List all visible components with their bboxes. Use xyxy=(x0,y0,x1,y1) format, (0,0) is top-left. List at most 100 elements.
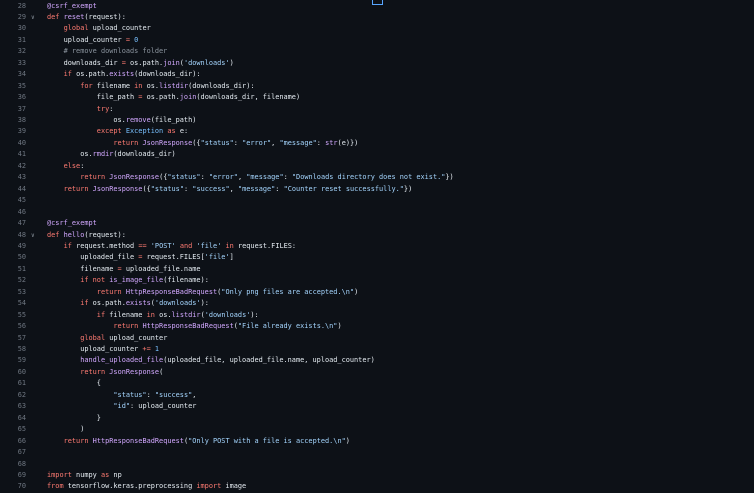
code-token: np xyxy=(109,470,122,479)
code-token: os.path. xyxy=(88,299,126,308)
code-line[interactable]: 68 xyxy=(0,459,754,470)
code-line[interactable]: 41 os.rmdir(downloads_dir) xyxy=(0,149,754,160)
code-line[interactable]: 34 if os.path.exists(downloads_dir): xyxy=(0,69,754,80)
code-line[interactable]: 37 try: xyxy=(0,104,754,115)
code-line[interactable]: 43 return JsonResponse({"status": "error… xyxy=(0,172,754,183)
line-number: 60 xyxy=(17,367,26,376)
code-line[interactable]: 31 upload_counter = 0 xyxy=(0,35,754,46)
line-number: 50 xyxy=(17,253,26,262)
code-text: global upload_counter xyxy=(47,333,167,344)
code-line[interactable]: 38 os.remove(file_path) xyxy=(0,115,754,126)
code-token: except xyxy=(96,127,122,136)
code-line[interactable]: 40 return JsonResponse({"status": "error… xyxy=(0,138,754,149)
code-line[interactable]: 42 else: xyxy=(0,161,754,172)
code-line[interactable]: 29 ∨ def reset(request): xyxy=(0,12,754,23)
line-number: 66 xyxy=(17,436,26,445)
code-text: return JsonResponse({"status": "error", … xyxy=(47,172,454,183)
code-token: (downloads_dir): xyxy=(134,70,201,79)
line-number: 69 xyxy=(17,470,26,479)
code-token: os.path. xyxy=(71,70,110,79)
code-line[interactable]: 54 if os.path.exists('downloads'): xyxy=(0,298,754,309)
code-line[interactable]: 45 xyxy=(0,195,754,206)
code-token: 'downloads' xyxy=(204,310,251,319)
code-line[interactable]: 57 global upload_counter xyxy=(0,333,754,344)
code-line[interactable]: 61 { xyxy=(0,378,754,389)
code-token: "Counter reset successfully." xyxy=(283,184,404,193)
fold-chevron-icon[interactable]: ∨ xyxy=(31,230,39,241)
code-token: return xyxy=(63,184,89,193)
code-token: tensorflow.keras.preprocessing xyxy=(63,482,197,491)
code-text: { xyxy=(47,378,101,389)
line-number: 29 xyxy=(17,12,26,21)
code-line[interactable]: 30 global upload_counter xyxy=(0,23,754,34)
code-token: (request): xyxy=(84,12,126,21)
code-text: return HttpResponseBadRequest("Only png … xyxy=(47,287,358,298)
line-number: 63 xyxy=(17,402,26,411)
code-line[interactable]: 59 handle_uploaded_file(uploaded_file, u… xyxy=(0,355,754,366)
code-token: return xyxy=(80,173,106,182)
code-line[interactable]: 64 } xyxy=(0,413,754,424)
code-line[interactable]: 60 return JsonResponse( xyxy=(0,367,754,378)
code-line[interactable]: 55 if filename in os.listdir('downloads'… xyxy=(0,310,754,321)
code-line[interactable]: 44 return JsonResponse({"status": "succe… xyxy=(0,184,754,195)
code-token: # remove downloads folder xyxy=(63,47,168,56)
code-token: and xyxy=(179,241,193,250)
code-token: import xyxy=(196,482,222,491)
code-line[interactable]: 52 if not is_image_file(filename): xyxy=(0,275,754,286)
line-number: 30 xyxy=(17,24,26,33)
code-line[interactable]: 58 upload_counter += 1 xyxy=(0,344,754,355)
code-line[interactable]: 46 xyxy=(0,207,754,218)
code-line[interactable]: 63 "id": upload_counter xyxy=(0,401,754,412)
code-token: (filename): xyxy=(163,276,209,285)
code-token: filename xyxy=(92,81,135,90)
code-line[interactable]: 70 from tensorflow.keras.preprocessing im… xyxy=(0,481,754,492)
code-line[interactable]: 50 uploaded_file = request.FILES['file'] xyxy=(0,252,754,263)
code-line[interactable]: 32 # remove downloads folder xyxy=(0,46,754,57)
code-token: , xyxy=(229,184,238,193)
code-text: def hello(request): xyxy=(47,230,126,241)
code-token: upload_counter xyxy=(47,345,143,353)
code-token: : xyxy=(109,104,114,113)
code-token: global xyxy=(80,333,106,342)
code-line[interactable]: 69 import numpy as np xyxy=(0,470,754,481)
code-text: @csrf_exempt xyxy=(47,218,97,229)
code-line[interactable]: 56 return HttpResponseBadRequest("File a… xyxy=(0,321,754,332)
code-token: e: xyxy=(175,127,189,136)
code-line[interactable]: 35 for filename in os.listdir(downloads_… xyxy=(0,81,754,92)
code-text: if not is_image_file(filename): xyxy=(47,275,209,286)
code-line[interactable]: 67 xyxy=(0,447,754,458)
line-number: 42 xyxy=(17,161,26,170)
code-token: Exception xyxy=(125,127,164,136)
code-line[interactable]: 49 if request.method == 'POST' and 'file… xyxy=(0,241,754,252)
code-line[interactable]: 51 filename = uploaded_file.name xyxy=(0,264,754,275)
fold-chevron-icon[interactable]: ∨ xyxy=(31,12,39,23)
code-token: hello xyxy=(63,230,85,239)
code-token: : upload_counter xyxy=(130,402,197,411)
code-token: ): xyxy=(200,299,209,308)
code-token: : xyxy=(233,138,243,147)
code-editor[interactable]: 28 @csrf_exempt 29 ∨ def reset(request): 30 g… xyxy=(0,0,754,490)
code-text: global upload_counter xyxy=(47,23,151,34)
code-line[interactable]: 36 file_path = os.path.join(downloads_di… xyxy=(0,92,754,103)
code-token: @csrf_exempt xyxy=(47,1,97,10)
code-line[interactable]: 66 return HttpResponseBadRequest("Only P… xyxy=(0,436,754,447)
code-line[interactable]: 47 @csrf_exempt xyxy=(0,218,754,229)
scrollbar-thumb[interactable] xyxy=(372,0,383,5)
code-line[interactable]: 62 "status": "success", xyxy=(0,390,754,401)
code-line[interactable]: 65 ) xyxy=(0,424,754,435)
code-token: try xyxy=(96,104,110,113)
line-number: 62 xyxy=(17,390,26,399)
code-token: HttpResponseBadRequest xyxy=(125,287,218,296)
code-line[interactable]: 39 except Exception as e: xyxy=(0,126,754,137)
code-token: listdir xyxy=(159,81,189,90)
code-line[interactable]: 48 ∨ def hello(request): xyxy=(0,230,754,241)
code-token: upload_counter xyxy=(47,35,126,44)
code-line[interactable]: 53 return HttpResponseBadRequest("Only p… xyxy=(0,287,754,298)
code-line[interactable]: 33 downloads_dir = os.path.join('downloa… xyxy=(0,58,754,69)
code-token: "Only png files are accepted.\n" xyxy=(221,287,355,296)
code-text: upload_counter = 0 xyxy=(47,35,139,46)
line-number: 46 xyxy=(17,207,26,216)
